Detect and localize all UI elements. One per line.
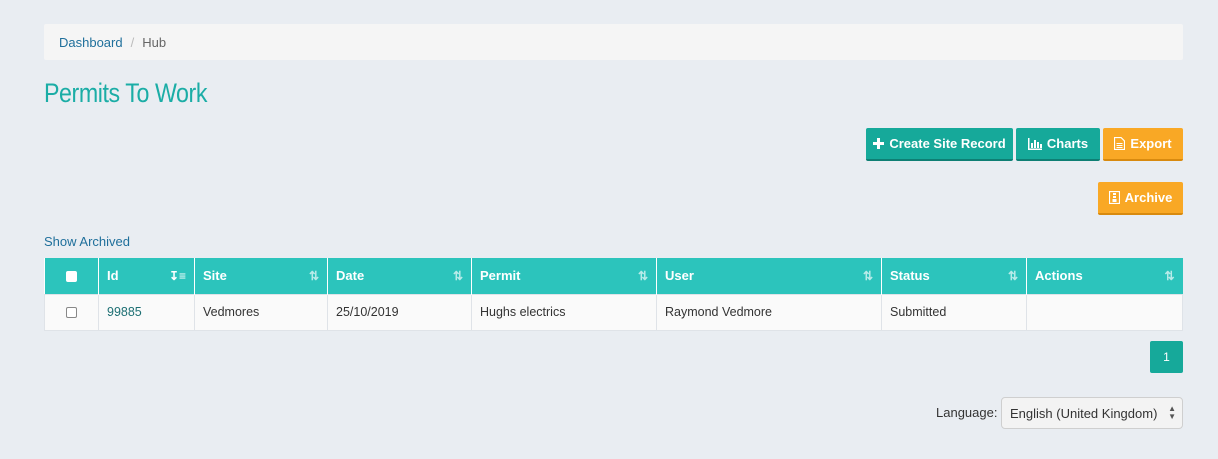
permits-table: Id ↧≡ Site ⇅ Date ⇅ Permit ⇅ User ⇅ Stat… xyxy=(44,258,1183,331)
breadcrumb-separator: / xyxy=(130,34,135,50)
archive-icon xyxy=(1108,191,1120,204)
table-header-row: Id ↧≡ Site ⇅ Date ⇅ Permit ⇅ User ⇅ Stat… xyxy=(44,258,1183,294)
export-label: Export xyxy=(1130,136,1172,151)
create-site-record-button[interactable]: Create Site Record xyxy=(866,128,1013,161)
plus-icon xyxy=(873,138,885,149)
charts-label: Charts xyxy=(1046,136,1089,151)
column-header-date[interactable]: Date ⇅ xyxy=(327,258,472,294)
pagination-page-1[interactable]: 1 xyxy=(1150,341,1183,373)
column-header-label: Date xyxy=(336,268,365,284)
actions-cell xyxy=(1026,293,1183,331)
column-header-label: Site xyxy=(203,268,227,284)
export-button[interactable]: Export xyxy=(1103,128,1183,161)
page-title: Permits To Work xyxy=(44,78,208,108)
id-cell: 99885 xyxy=(98,293,195,331)
record-id-link[interactable]: 99885 xyxy=(107,305,142,319)
sort-icon: ⇅ xyxy=(308,268,319,283)
language-label: Language: xyxy=(936,405,998,420)
row-select-cell xyxy=(44,293,99,331)
column-header-label: User xyxy=(665,268,694,284)
archive-button[interactable]: Archive xyxy=(1098,182,1183,215)
column-header-id[interactable]: Id ↧≡ xyxy=(98,258,195,294)
column-header-label: Actions xyxy=(1035,268,1083,284)
user-cell: Raymond Vedmore xyxy=(656,293,882,331)
column-header-site[interactable]: Site ⇅ xyxy=(194,258,328,294)
sort-icon: ⇅ xyxy=(452,268,463,283)
create-site-record-label: Create Site Record xyxy=(889,136,1006,151)
column-header-status[interactable]: Status ⇅ xyxy=(881,258,1027,294)
column-header-permit[interactable]: Permit ⇅ xyxy=(471,258,657,294)
table-row: 99885 Vedmores 25/10/2019 Hughs electric… xyxy=(44,293,1183,331)
column-header-user[interactable]: User ⇅ xyxy=(656,258,882,294)
language-select[interactable]: English (United Kingdom) ▲ ▼ xyxy=(1001,397,1183,429)
status-cell: Submitted xyxy=(881,293,1027,331)
row-checkbox[interactable] xyxy=(66,307,77,319)
sort-icon: ⇅ xyxy=(1164,268,1175,283)
select-arrows-icon: ▲ ▼ xyxy=(1168,404,1176,421)
site-cell: Vedmores xyxy=(194,293,328,331)
charts-button[interactable]: Charts xyxy=(1016,128,1100,161)
bar-chart-icon xyxy=(1027,137,1042,150)
show-archived-link[interactable]: Show Archived xyxy=(44,234,130,249)
archive-label: Archive xyxy=(1124,190,1173,205)
breadcrumb-current: Hub xyxy=(142,34,167,50)
permit-cell: Hughs electrics xyxy=(471,293,657,331)
language-selected-value: English (United Kingdom) xyxy=(1010,405,1158,421)
sort-icon: ⇅ xyxy=(1007,268,1018,283)
select-all-checkbox[interactable] xyxy=(65,271,77,283)
sort-icon: ⇅ xyxy=(637,268,648,283)
file-icon xyxy=(1114,137,1126,150)
column-header-actions[interactable]: Actions ⇅ xyxy=(1026,258,1183,294)
date-cell: 25/10/2019 xyxy=(327,293,472,331)
column-header-label: Status xyxy=(890,268,930,284)
breadcrumb-dashboard-link[interactable]: Dashboard xyxy=(59,35,123,50)
breadcrumb: Dashboard / Hub xyxy=(44,24,1183,60)
sort-icon: ⇅ xyxy=(862,268,873,283)
column-header-label: Id xyxy=(107,268,119,284)
column-header-label: Permit xyxy=(480,268,521,284)
sort-desc-icon: ↧≡ xyxy=(168,268,186,283)
select-all-header xyxy=(44,258,99,294)
